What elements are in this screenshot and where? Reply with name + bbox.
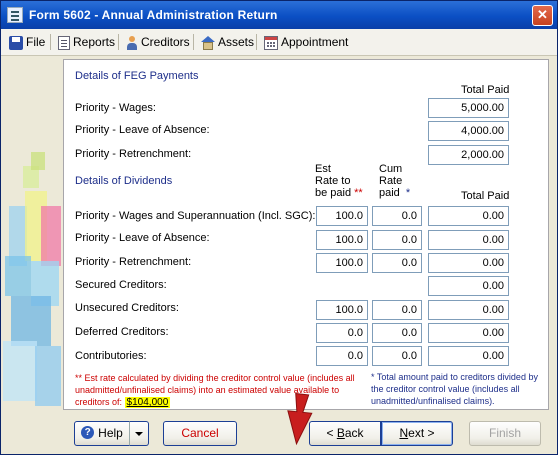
close-button[interactable]: ✕: [532, 5, 553, 26]
window-title: Form 5602 - Annual Administration Return: [29, 8, 278, 22]
cum-footnote-marker: *: [405, 187, 411, 199]
floppy-disk-icon: [9, 35, 23, 50]
div-leave-label: Priority - Leave of Absence:: [75, 232, 210, 244]
calendar-icon: [264, 35, 278, 50]
div-contributories-cum-input[interactable]: [372, 346, 422, 366]
form-panel: Details of FEG Payments Total Paid Prior…: [63, 59, 549, 410]
toolbar-divider: [193, 34, 194, 50]
div-wages-label: Priority - Wages and Superannuation (Inc…: [75, 210, 316, 222]
reports-menu[interactable]: Reports: [58, 33, 115, 51]
div-deferred-label: Deferred Creditors:: [75, 326, 169, 338]
feg-heading: Details of FEG Payments: [75, 70, 199, 82]
div-leave-est-input[interactable]: [316, 230, 368, 250]
div-leave-cum-input[interactable]: [372, 230, 422, 250]
help-icon: ?: [81, 426, 95, 440]
dividends-total-paid-header: Total Paid: [461, 190, 510, 202]
house-icon: [201, 35, 215, 50]
feg-total-paid-header: Total Paid: [461, 84, 510, 96]
reports-label: Reports: [73, 35, 116, 49]
creditors-label: Creditors: [141, 35, 190, 49]
div-retrenchment-total-input[interactable]: [428, 253, 509, 273]
div-unsecured-total-input[interactable]: [428, 300, 509, 320]
report-icon: [58, 35, 70, 50]
div-contributories-est-input[interactable]: [316, 346, 368, 366]
toolbar-divider: [256, 34, 257, 50]
toolbar-divider: [50, 34, 51, 50]
back-button[interactable]: < Back: [309, 421, 381, 446]
cancel-button[interactable]: Cancel: [163, 421, 237, 446]
assets-menu[interactable]: Assets: [201, 33, 254, 51]
file-label: File: [26, 35, 46, 49]
div-wages-total-input[interactable]: [428, 206, 509, 226]
div-retrenchment-cum-input[interactable]: [372, 253, 422, 273]
title-bar: Form 5602 - Annual Administration Return…: [1, 1, 557, 29]
toolbar-divider: [118, 34, 119, 50]
feg-retrenchment-total-input[interactable]: [428, 145, 509, 165]
cum-rate-footnote: * Total amount paid to creditors divided…: [371, 372, 538, 406]
est-footnote-marker: **: [354, 187, 363, 199]
feg-leave-label: Priority - Leave of Absence:: [75, 124, 210, 136]
div-wages-cum-input[interactable]: [372, 206, 422, 226]
finish-button[interactable]: Finish: [469, 421, 541, 446]
help-button[interactable]: ? Help: [74, 421, 130, 446]
help-dropdown-button[interactable]: [129, 421, 149, 446]
form-window: Form 5602 - Annual Administration Return…: [0, 0, 558, 455]
feg-wages-total-input[interactable]: [428, 98, 509, 118]
estimated-value-highlight: $104,000: [124, 397, 171, 408]
file-menu[interactable]: File: [9, 33, 45, 51]
feg-wages-label: Priority - Wages:: [75, 102, 156, 114]
div-deferred-cum-input[interactable]: [372, 323, 422, 343]
appointment-label: Appointment: [281, 35, 349, 49]
div-deferred-est-input[interactable]: [316, 323, 368, 343]
div-retrenchment-label: Priority - Retrenchment:: [75, 256, 192, 268]
div-unsecured-est-input[interactable]: [316, 300, 368, 320]
dividends-heading: Details of Dividends: [75, 175, 173, 187]
cum-rate-header: Cum Rate paid *: [379, 163, 411, 199]
div-wages-est-input[interactable]: [316, 206, 368, 226]
toolbar: File Reports Creditors Assets Appointmen…: [1, 29, 557, 56]
decorative-side-graphic: [1, 56, 63, 416]
div-secured-total-input[interactable]: [428, 276, 509, 296]
div-deferred-total-input[interactable]: [428, 323, 509, 343]
feg-leave-total-input[interactable]: [428, 121, 509, 141]
div-secured-label: Secured Creditors:: [75, 279, 167, 291]
form-icon: [7, 7, 23, 23]
div-contributories-total-input[interactable]: [428, 346, 509, 366]
person-icon: [126, 35, 138, 50]
appointment-menu[interactable]: Appointment: [264, 33, 348, 51]
creditors-menu[interactable]: Creditors: [126, 33, 190, 51]
est-rate-header: Est Rate to be paid **: [315, 163, 363, 199]
next-button[interactable]: Next >: [381, 421, 453, 446]
feg-retrenchment-label: Priority - Retrenchment:: [75, 148, 192, 160]
div-contributories-label: Contributories:: [75, 350, 147, 362]
div-retrenchment-est-input[interactable]: [316, 253, 368, 273]
div-unsecured-label: Unsecured Creditors:: [75, 302, 179, 314]
div-leave-total-input[interactable]: [428, 230, 509, 250]
div-unsecured-cum-input[interactable]: [372, 300, 422, 320]
assets-label: Assets: [218, 35, 255, 49]
